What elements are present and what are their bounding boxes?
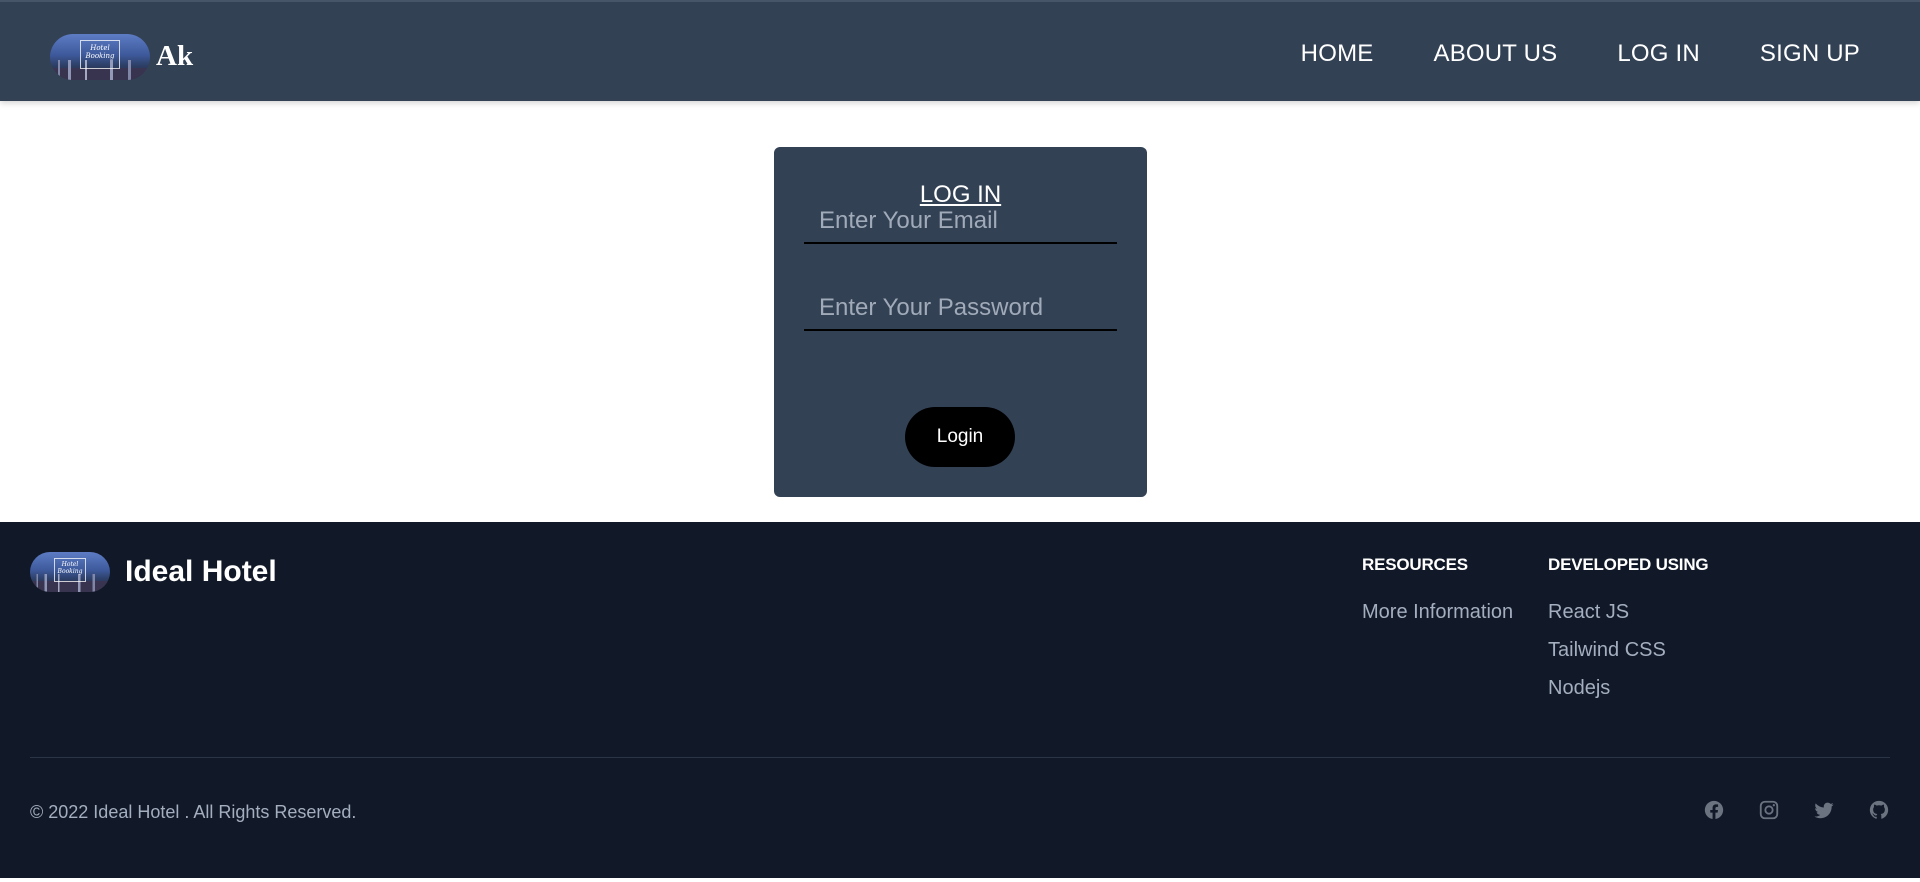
- footer-column-resources: RESOURCES More Information: [1362, 555, 1513, 639]
- login-button[interactable]: Login: [905, 407, 1015, 467]
- copyright-text: © 2022 Ideal Hotel . All Rights Reserved…: [30, 802, 357, 822]
- page-bottom-edge: [0, 878, 1920, 882]
- github-icon[interactable]: [1868, 799, 1890, 821]
- footer-link-tailwind-css[interactable]: Tailwind CSS: [1548, 639, 1708, 662]
- footer-brand: Ideal Hotel: [125, 555, 277, 588]
- nav-brand[interactable]: Ak: [156, 40, 193, 73]
- nav-link-home[interactable]: HOME: [1301, 40, 1374, 68]
- footer-link-more-information[interactable]: More Information: [1362, 601, 1513, 624]
- footer: Hotel Booking Ideal Hotel RESOURCES More…: [0, 522, 1920, 878]
- footer-column-developed-using: DEVELOPED USING React JS Tailwind CSS No…: [1548, 555, 1709, 715]
- logo-text-line1: Hotel: [61, 560, 79, 568]
- footer-column-heading: DEVELOPED USING: [1548, 555, 1709, 574]
- email-input[interactable]: [804, 200, 1117, 244]
- navbar: Hotel Booking Ak HOME ABOUT US LOG IN SI…: [0, 0, 1920, 101]
- logo-text: Hotel Booking: [30, 561, 110, 575]
- logo-text: Hotel Booking: [50, 44, 150, 60]
- nav-link-sign-up[interactable]: SIGN UP: [1760, 40, 1860, 68]
- footer-column-heading: RESOURCES: [1362, 555, 1468, 574]
- instagram-icon[interactable]: [1758, 799, 1780, 821]
- hotel-logo[interactable]: Hotel Booking: [50, 34, 150, 80]
- facebook-icon[interactable]: [1703, 799, 1725, 821]
- footer-divider: [30, 757, 1890, 758]
- footer-logo[interactable]: Hotel Booking: [30, 552, 110, 592]
- footer-link-react-js[interactable]: React JS: [1548, 601, 1708, 624]
- nav-link-log-in[interactable]: LOG IN: [1617, 40, 1700, 68]
- logo-text-line1: Hotel: [90, 44, 110, 53]
- logo-text-line2: Booking: [57, 567, 83, 575]
- social-links: [1703, 799, 1890, 821]
- nav-links: HOME ABOUT US LOG IN SIGN UP: [1301, 40, 1860, 68]
- logo-text-line2: Booking: [85, 52, 115, 61]
- password-input[interactable]: [804, 287, 1117, 331]
- nav-link-about-us[interactable]: ABOUT US: [1433, 40, 1557, 68]
- twitter-icon[interactable]: [1813, 799, 1835, 821]
- footer-link-nodejs[interactable]: Nodejs: [1548, 677, 1708, 700]
- login-card: LOG IN Login: [774, 147, 1147, 497]
